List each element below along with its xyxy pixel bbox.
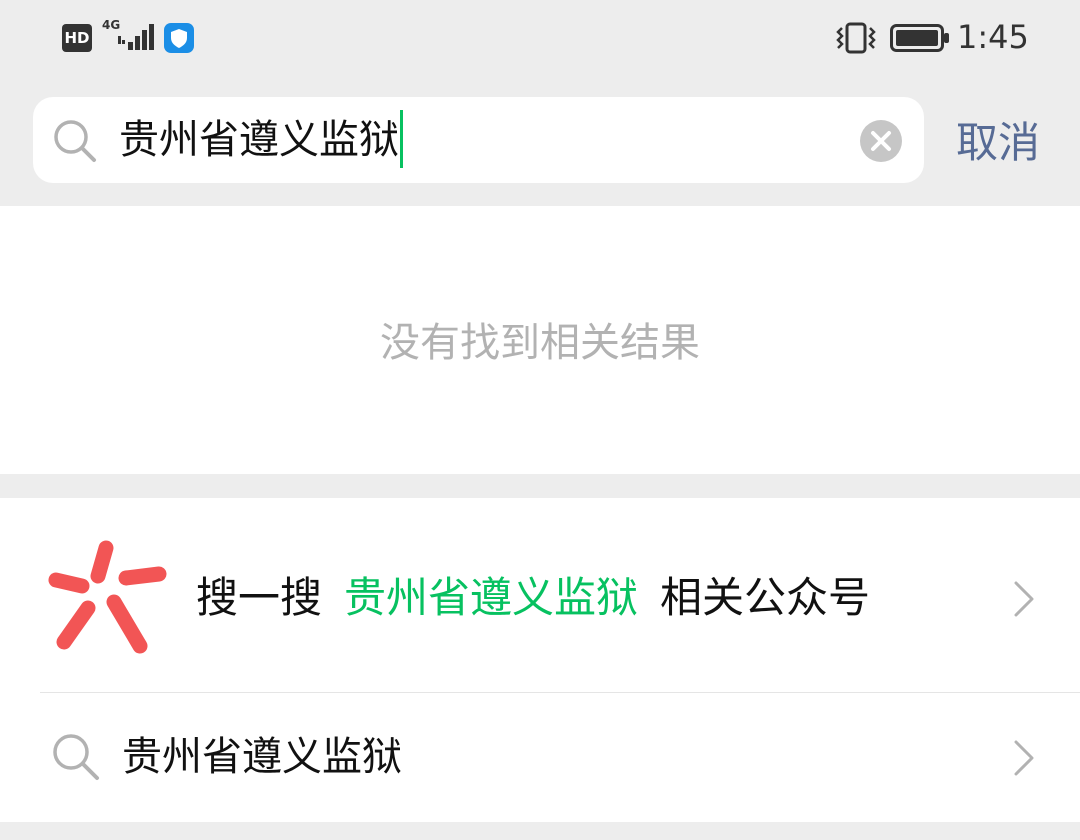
sou-keyword: 贵州省遵义监狱 — [344, 573, 639, 622]
sou-suffix: 相关公众号 — [660, 573, 871, 622]
sou-yi-sou-label: 搜一搜 贵州省遵义监狱 相关公众号 — [196, 570, 870, 626]
chevron-right-icon — [1014, 740, 1034, 776]
search-icon — [53, 734, 99, 780]
shield-icon — [164, 23, 194, 53]
search-input[interactable]: 贵州省遵义监狱 — [33, 97, 924, 183]
no-result-panel: 没有找到相关结果 — [0, 206, 1080, 474]
battery-icon — [890, 24, 949, 52]
sou-prefix: 搜一搜 — [196, 573, 323, 622]
vibrate-icon — [836, 22, 876, 54]
query-suggestion-row[interactable]: 贵州省遵义监狱 — [0, 693, 1080, 822]
search-query-text: 贵州省遵义监狱 — [119, 117, 399, 163]
sou-yi-sou-row[interactable]: 搜一搜 贵州省遵义监狱 相关公众号 — [0, 498, 1080, 692]
search-icon — [54, 120, 96, 162]
hd-icon: HD — [62, 24, 92, 52]
sou-yi-sou-logo-icon — [48, 540, 167, 654]
status-bar: HD 4G 1:45 — [0, 0, 1080, 80]
signal-icon — [118, 24, 154, 50]
empty-message: 没有找到相关结果 — [380, 320, 700, 366]
search-query-field[interactable]: 贵州省遵义监狱 — [119, 110, 403, 168]
search-suggestions: 搜一搜 贵州省遵义监狱 相关公众号 贵州省遵义监狱 — [0, 498, 1080, 822]
cancel-button[interactable]: 取消 — [956, 115, 1040, 171]
chevron-right-icon — [1014, 581, 1034, 617]
text-caret — [400, 110, 403, 168]
clock: 1:45 — [957, 18, 1029, 56]
query-suggestion-text: 贵州省遵义监狱 — [122, 734, 402, 780]
clear-search-button[interactable] — [859, 119, 903, 163]
